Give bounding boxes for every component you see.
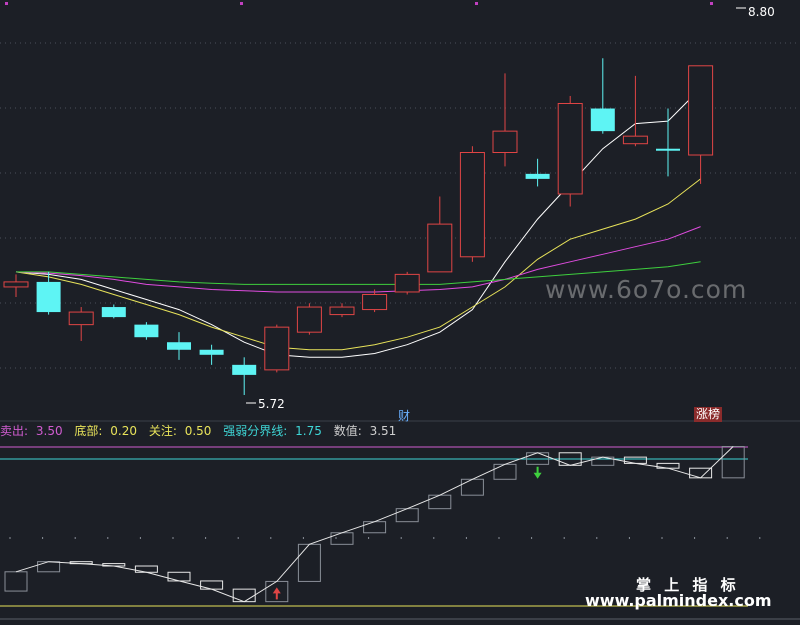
candle-body-11 [362,293,388,311]
candle-body-5 [167,342,191,350]
candle-body-1 [36,281,61,313]
indicator-box-14 [460,478,484,496]
price-chart: 8.80 5.72 [0,2,800,620]
legend-bottom: 底部: 0.20 [74,424,138,438]
candle-body-12 [394,273,420,293]
indicator-box-19 [623,456,647,464]
indicator-box-7 [232,588,256,603]
indicator-line [15,446,734,603]
indicator-legend: 卖出: 3.50 底部: 0.20 关注: 0.50 强弱分界线: 1.75 数… [0,422,404,440]
candle-body-7 [232,364,257,375]
legend-value: 数值: 3.51 [333,424,397,438]
down-arrow-icon [533,466,542,479]
indicator-box-0 [4,571,28,592]
indicator-box-1 [37,561,61,573]
low-price-label: 5.72 [258,397,285,411]
limit-up-marker: 涨榜 [694,407,723,422]
top-marker-3 [710,2,713,5]
candle-body-16 [525,173,550,179]
candle-body-10 [329,306,355,316]
legend-focus: 关注: 0.50 [148,424,212,438]
candle-body-9 [296,306,322,333]
indicator-box-22 [721,446,745,479]
indicator-box-12 [395,508,419,523]
indicator-box-4 [134,565,158,573]
top-marker-0 [5,2,8,5]
candle-body-21 [688,65,714,156]
candle-body-18 [590,108,615,132]
candle-body-3 [101,307,126,318]
ma-line-1 [15,178,701,351]
indicator-box-13 [428,494,452,510]
watermark-6o7o: www.6o7o.com [545,275,748,304]
indicator-box-15 [493,463,517,480]
top-marker-1 [240,2,243,5]
watermark-palmindex: www.palmindex.com [585,591,772,610]
candle-body-20 [656,148,680,151]
indicator-box-10 [330,532,354,545]
legend-sell: 卖出: 3.50 [0,424,63,438]
indicator-box-5 [167,571,191,582]
indicator-box-11 [363,521,387,534]
candle-body-19 [622,135,648,145]
indicator-box-21 [689,467,713,479]
high-price-label: 8.80 [748,5,775,19]
candle-body-6 [199,349,224,355]
chart-stage: 8.80 5.72 www.6o7o.com 财 涨榜 卖出: 3.50 底部: … [0,0,800,625]
indicator-box-9 [297,543,321,582]
candle-body-8 [264,326,290,371]
candle-body-0 [3,281,29,288]
candle-body-4 [134,324,159,338]
candle-body-13 [427,223,453,273]
indicator-box-6 [200,580,224,590]
candle-body-2 [68,311,94,326]
up-arrow-icon [272,587,281,600]
candle-body-15 [492,130,518,153]
candle-body-14 [459,151,485,258]
legend-divide: 强弱分界线: 1.75 [223,424,322,438]
candle-body-17 [557,102,583,195]
top-marker-2 [475,2,478,5]
